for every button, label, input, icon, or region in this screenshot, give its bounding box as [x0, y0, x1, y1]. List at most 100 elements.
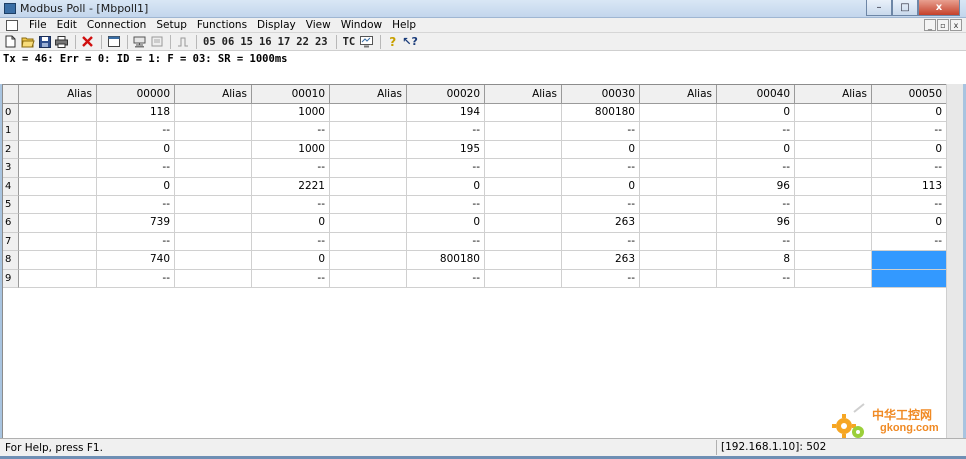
- alias-cell[interactable]: [485, 140, 562, 160]
- alias-cell[interactable]: [485, 232, 562, 252]
- fc-22-button[interactable]: 22: [294, 34, 311, 49]
- alias-cell[interactable]: [19, 159, 97, 178]
- row-header[interactable]: 9: [3, 269, 19, 288]
- menu-functions[interactable]: Functions: [192, 19, 252, 31]
- alias-cell[interactable]: [175, 140, 252, 160]
- row-header[interactable]: 7: [3, 232, 19, 252]
- value-cell[interactable]: 8: [717, 251, 795, 270]
- column-header-alias[interactable]: Alias: [640, 85, 717, 104]
- alias-cell[interactable]: [795, 159, 872, 178]
- row-header[interactable]: 0: [3, 104, 19, 123]
- maximize-button[interactable]: □: [892, 0, 918, 16]
- alias-cell[interactable]: [175, 269, 252, 288]
- alias-cell[interactable]: [485, 177, 562, 196]
- value-cell[interactable]: --: [562, 195, 640, 215]
- alias-cell[interactable]: [330, 140, 407, 160]
- value-cell[interactable]: --: [562, 269, 640, 288]
- value-cell[interactable]: --: [562, 232, 640, 252]
- column-header-address[interactable]: 00030: [562, 85, 640, 104]
- close-button[interactable]: x: [918, 0, 960, 16]
- column-header-address[interactable]: 00010: [252, 85, 330, 104]
- fc-15-button[interactable]: 15: [238, 34, 255, 49]
- alias-cell[interactable]: [640, 214, 717, 233]
- value-cell[interactable]: --: [252, 269, 330, 288]
- pulse-icon[interactable]: [175, 34, 190, 49]
- alias-cell[interactable]: [640, 232, 717, 252]
- value-cell[interactable]: 96: [717, 177, 795, 196]
- document-icon[interactable]: [6, 19, 18, 31]
- row-header[interactable]: 3: [3, 159, 19, 178]
- alias-cell[interactable]: [795, 177, 872, 196]
- row-header[interactable]: 6: [3, 214, 19, 233]
- alias-cell[interactable]: [19, 177, 97, 196]
- alias-cell[interactable]: [795, 232, 872, 252]
- print-icon[interactable]: [54, 34, 69, 49]
- tc-button[interactable]: TC: [341, 34, 358, 49]
- value-cell[interactable]: 1000: [252, 140, 330, 160]
- connect-icon[interactable]: [132, 34, 147, 49]
- value-cell[interactable]: 739: [97, 214, 175, 233]
- alias-cell[interactable]: [795, 140, 872, 160]
- value-cell[interactable]: 0: [717, 104, 795, 123]
- alias-cell[interactable]: [175, 159, 252, 178]
- help-button[interactable]: ?: [385, 34, 400, 49]
- alias-cell[interactable]: [19, 104, 97, 123]
- value-cell[interactable]: 195: [407, 140, 485, 160]
- value-cell[interactable]: --: [252, 122, 330, 141]
- alias-cell[interactable]: [330, 195, 407, 215]
- value-cell[interactable]: --: [562, 159, 640, 178]
- alias-cell[interactable]: [175, 251, 252, 270]
- alias-cell[interactable]: [640, 122, 717, 141]
- alias-cell[interactable]: [485, 251, 562, 270]
- alias-cell[interactable]: [330, 104, 407, 123]
- value-cell[interactable]: --: [252, 195, 330, 215]
- fc-17-button[interactable]: 17: [276, 34, 293, 49]
- value-cell[interactable]: --: [717, 159, 795, 178]
- alias-cell[interactable]: [330, 177, 407, 196]
- alias-cell[interactable]: [19, 232, 97, 252]
- value-cell[interactable]: --: [717, 232, 795, 252]
- disconnect-icon[interactable]: [149, 34, 164, 49]
- alias-cell[interactable]: [175, 104, 252, 123]
- alias-cell[interactable]: [795, 195, 872, 215]
- value-cell[interactable]: 740: [97, 251, 175, 270]
- value-cell[interactable]: 1000: [252, 104, 330, 123]
- value-cell[interactable]: 800180: [407, 251, 485, 270]
- value-cell[interactable]: 0: [252, 214, 330, 233]
- alias-cell[interactable]: [175, 214, 252, 233]
- value-cell[interactable]: 0: [872, 140, 947, 160]
- alias-cell[interactable]: [330, 269, 407, 288]
- row-header[interactable]: 5: [3, 195, 19, 215]
- value-cell[interactable]: 0: [562, 177, 640, 196]
- alias-cell[interactable]: [330, 159, 407, 178]
- row-header[interactable]: 4: [3, 177, 19, 196]
- column-header-alias[interactable]: Alias: [485, 85, 562, 104]
- fc-23-button[interactable]: 23: [313, 34, 330, 49]
- minimize-button[interactable]: –: [866, 0, 892, 16]
- mdi-close-button[interactable]: x: [950, 19, 962, 31]
- value-cell[interactable]: --: [407, 269, 485, 288]
- register-grid[interactable]: Alias 00000 Alias 00010 Alias 00020 Alias 00030…: [2, 84, 947, 438]
- column-header-address[interactable]: 00050: [872, 85, 947, 104]
- value-cell[interactable]: 0: [407, 214, 485, 233]
- alias-cell[interactable]: [19, 122, 97, 141]
- mdi-minimize-button[interactable]: _: [924, 19, 936, 31]
- value-cell[interactable]: --: [872, 195, 947, 215]
- value-cell[interactable]: --: [97, 122, 175, 141]
- alias-cell[interactable]: [795, 251, 872, 270]
- monitor-icon[interactable]: [359, 34, 374, 49]
- value-cell[interactable]: --: [717, 122, 795, 141]
- menu-file[interactable]: File: [24, 19, 52, 31]
- value-cell[interactable]: 0: [97, 140, 175, 160]
- new-file-icon[interactable]: [3, 34, 18, 49]
- value-cell[interactable]: --: [872, 232, 947, 252]
- alias-cell[interactable]: [485, 159, 562, 178]
- row-header[interactable]: 2: [3, 140, 19, 160]
- value-cell[interactable]: [872, 251, 947, 270]
- value-cell[interactable]: 0: [872, 104, 947, 123]
- value-cell[interactable]: --: [252, 159, 330, 178]
- alias-cell[interactable]: [795, 122, 872, 141]
- alias-cell[interactable]: [485, 269, 562, 288]
- alias-cell[interactable]: [330, 251, 407, 270]
- value-cell[interactable]: --: [97, 195, 175, 215]
